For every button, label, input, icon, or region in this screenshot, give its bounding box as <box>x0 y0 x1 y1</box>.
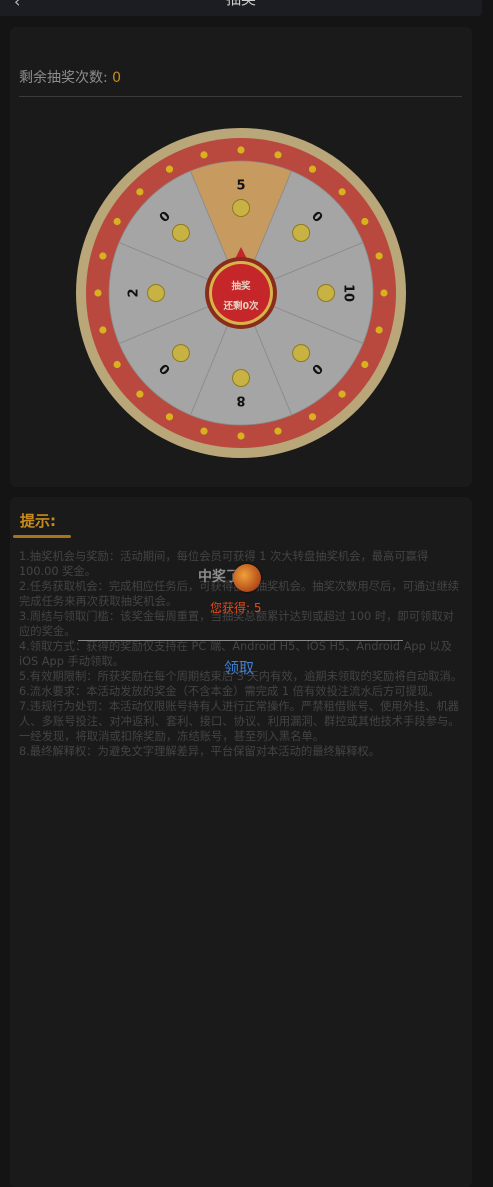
wheel-light-dot <box>375 252 383 260</box>
wheel-light-dot <box>237 432 245 440</box>
divider <box>19 96 462 97</box>
rule-item: 6.流水要求：本活动发放的奖金（不含本金）需完成 1 倍有效投注流水后方可提现。 <box>19 685 440 698</box>
wheel-light-dot <box>136 390 144 398</box>
wheel-light-dot <box>200 427 208 435</box>
popup-divider <box>78 640 403 641</box>
wheel-light-dot <box>308 413 317 421</box>
top-bar: ‹ 抽奖 <box>0 0 482 16</box>
coin-icon <box>147 284 165 302</box>
coin-icon <box>171 223 190 242</box>
wheel-light-dot <box>338 188 346 196</box>
claim-button[interactable]: 领取 <box>224 657 254 678</box>
coin-icon <box>171 344 190 363</box>
wheel-prize-label: 2 <box>127 288 142 297</box>
coin-icon <box>292 344 311 363</box>
wheel-light-dot <box>338 390 346 398</box>
wheel-light-dot <box>361 217 369 226</box>
prize-coin-icon <box>233 564 261 592</box>
wheel-light-dot <box>99 252 107 260</box>
wheel-light-dot <box>113 217 121 226</box>
wheel-prize-label: 10 <box>341 284 356 302</box>
wheel-light-dot <box>136 188 144 196</box>
tips-title-underline <box>13 535 71 538</box>
spin-button[interactable] <box>212 264 270 322</box>
spin-button-remaining: 还剩0次 <box>222 300 259 312</box>
popup-result-value: 5 <box>253 601 262 615</box>
remaining-draws-count: 0 <box>112 70 122 86</box>
wheel-light-dot <box>274 427 282 435</box>
rule-item: 7.违规行为处罚：本活动仅限账号持有人进行正常操作。严禁租借账号、使用外挂、机器… <box>19 700 460 743</box>
wheel-light-dot <box>165 165 174 173</box>
wheel-light-dot <box>94 289 102 297</box>
rule-item: 8.最终解释权：为避免文字理解差异，平台保留对本活动的最终解释权。 <box>19 745 380 758</box>
wheel-light-dot <box>274 151 282 159</box>
wheel-light-dot <box>237 146 245 154</box>
spin-button-label: 抽奖 <box>231 280 251 292</box>
wheel-light-dot <box>200 151 208 159</box>
popup-result-label: 您获得: <box>210 601 251 615</box>
prize-wheel: 501008020 抽奖 还剩0次 <box>76 128 406 458</box>
coin-icon <box>317 284 335 302</box>
tips-title: 提示: <box>20 512 56 530</box>
wheel-light-dot <box>165 413 174 421</box>
coin-icon <box>292 223 311 242</box>
wheel-light-dot <box>99 326 107 334</box>
coin-icon <box>232 199 250 217</box>
wheel-light-dot <box>375 326 383 334</box>
wheel-light-dot <box>308 165 317 173</box>
wheel-light-dot <box>113 360 121 369</box>
remaining-draws: 剩余抽奖次数: 0 <box>19 67 121 87</box>
lottery-card: 剩余抽奖次数: 0 5 0 10 0 8 0 2 0 抽奖 还剩0次 <box>10 27 472 487</box>
page-title: 抽奖 <box>0 0 482 7</box>
wheel-light-dot <box>361 360 369 369</box>
remaining-draws-label: 剩余抽奖次数: <box>19 70 108 86</box>
coin-icon <box>232 369 250 387</box>
wheel-light-dot <box>380 289 388 297</box>
wheel-prize-label: 5 <box>236 179 245 194</box>
wheel-prize-label: 8 <box>236 393 245 408</box>
popup-result: 您获得: 5 <box>210 599 262 616</box>
